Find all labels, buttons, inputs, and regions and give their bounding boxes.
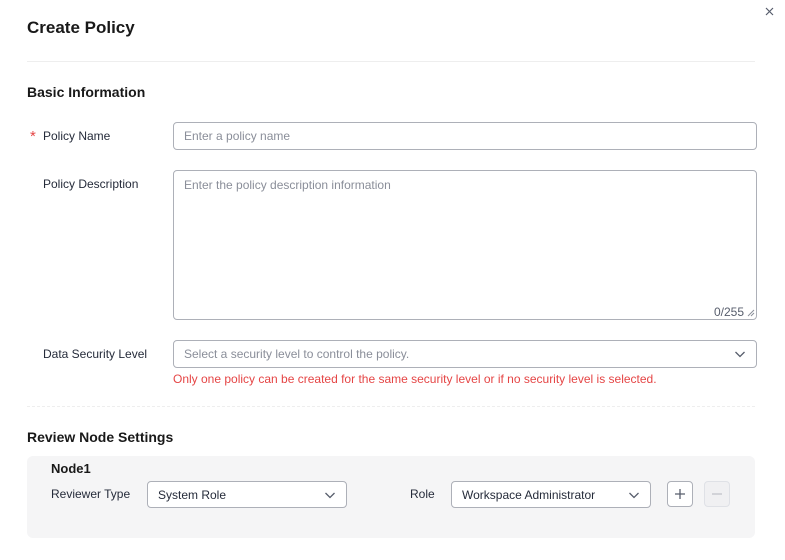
chevron-down-icon bbox=[324, 489, 336, 501]
required-mark: * bbox=[30, 128, 36, 145]
role-value: Workspace Administrator bbox=[462, 487, 596, 502]
header-divider bbox=[27, 61, 755, 62]
data-security-level-label: Data Security Level bbox=[43, 347, 148, 361]
security-level-error-message: Only one policy can be created for the s… bbox=[173, 372, 657, 386]
section-title-review-node: Review Node Settings bbox=[27, 429, 174, 445]
chevron-down-icon bbox=[628, 489, 640, 501]
policy-description-label: Policy Description bbox=[43, 177, 139, 191]
data-security-level-placeholder: Select a security level to control the p… bbox=[184, 347, 410, 361]
role-label: Role bbox=[410, 487, 435, 501]
minus-icon bbox=[712, 493, 722, 495]
remove-node-button[interactable] bbox=[704, 481, 730, 507]
reviewer-type-value: System Role bbox=[158, 487, 227, 502]
reviewer-type-label: Reviewer Type bbox=[51, 487, 131, 501]
add-node-button[interactable] bbox=[667, 481, 693, 507]
chevron-down-icon bbox=[734, 348, 746, 360]
node-title: Node1 bbox=[51, 461, 91, 476]
plus-icon bbox=[675, 489, 685, 499]
policy-name-input[interactable] bbox=[173, 122, 757, 150]
policy-description-textarea[interactable] bbox=[173, 170, 757, 320]
create-policy-dialog: Create Policy Basic Information * Policy… bbox=[0, 0, 785, 560]
reviewer-type-select[interactable]: System Role bbox=[147, 481, 347, 508]
dialog-title: Create Policy bbox=[27, 18, 135, 37]
policy-name-label: Policy Name bbox=[43, 129, 111, 143]
close-button[interactable] bbox=[761, 3, 777, 19]
role-select[interactable]: Workspace Administrator bbox=[451, 481, 651, 508]
char-counter: 0/255 bbox=[714, 305, 745, 319]
data-security-level-select[interactable]: Select a security level to control the p… bbox=[173, 340, 757, 368]
close-icon bbox=[765, 7, 773, 15]
resize-grip-icon[interactable] bbox=[746, 308, 755, 317]
section-title-basic-info: Basic Information bbox=[27, 84, 146, 100]
section-divider bbox=[27, 406, 755, 407]
